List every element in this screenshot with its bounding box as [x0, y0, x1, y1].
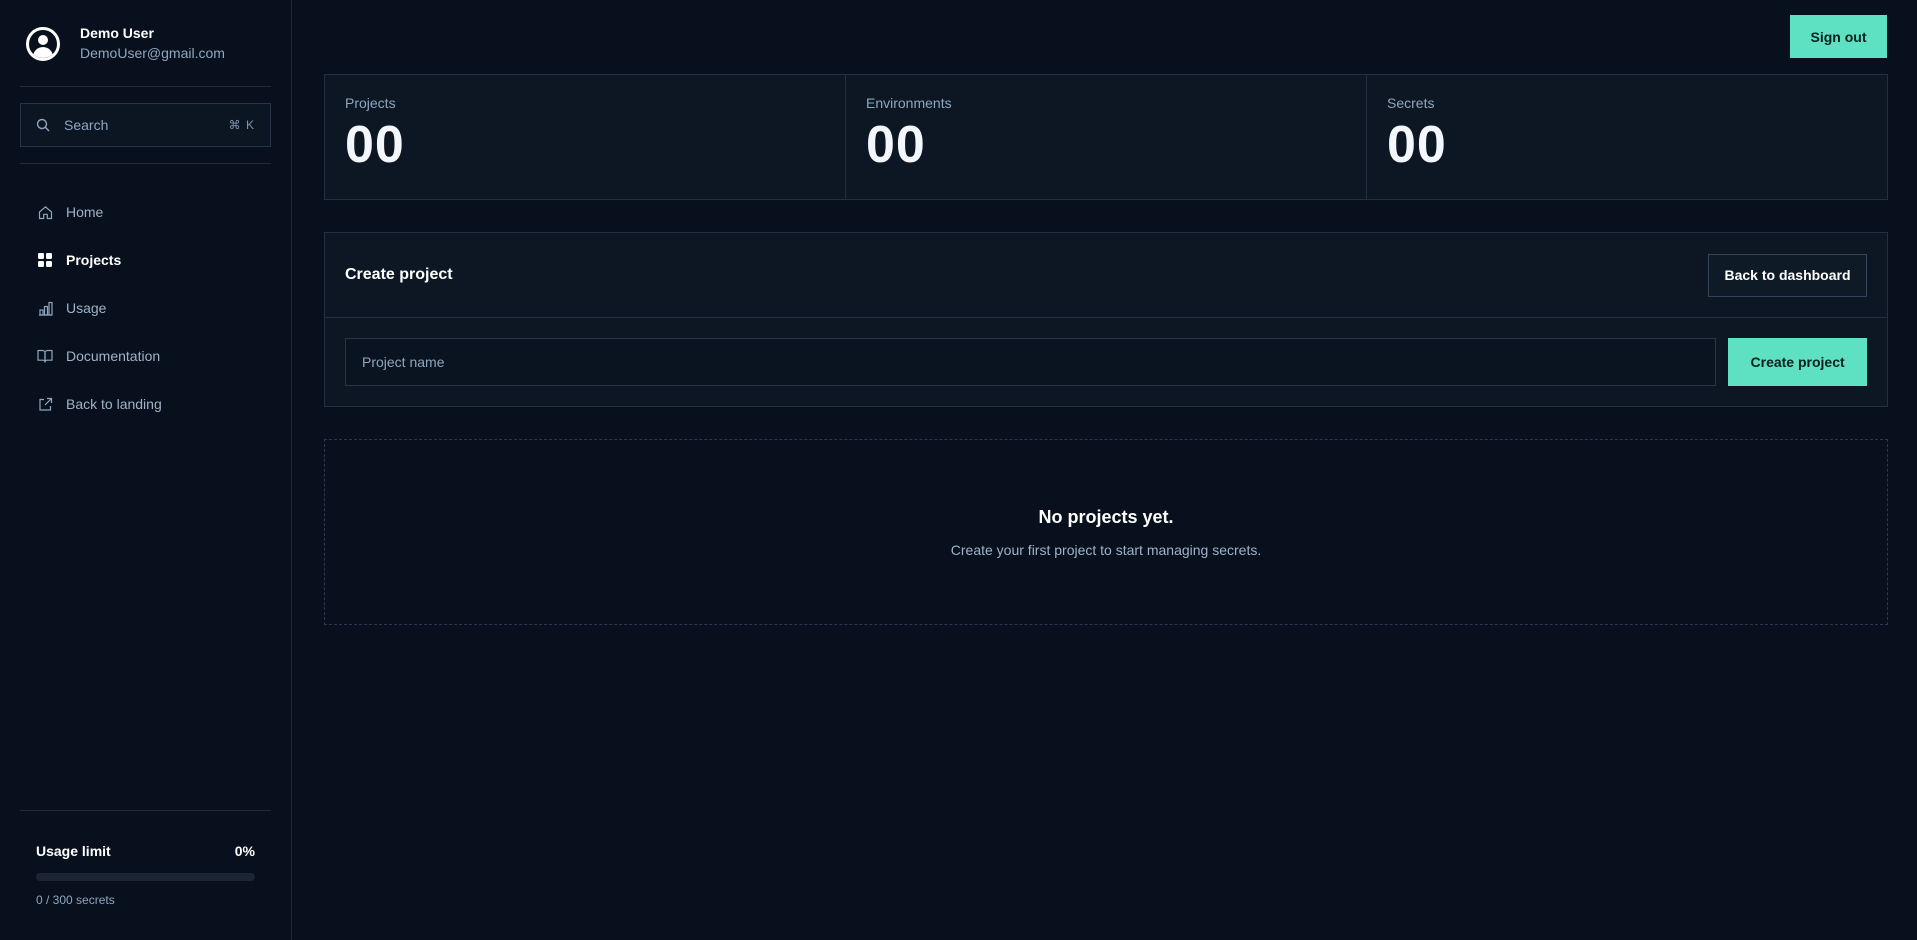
usage-limit-panel: Usage limit 0% 0 / 300 secrets [36, 843, 255, 907]
create-project-card: Create project Back to dashboard Create … [324, 232, 1888, 407]
sidebar-item-label: Home [66, 204, 104, 220]
create-project-title: Create project [345, 266, 453, 283]
usage-limit-percent: 0% [234, 843, 255, 859]
user-email: DemoUser@gmail.com [80, 45, 225, 61]
stat-environments: Environments 00 [846, 75, 1367, 199]
sidebar-divider-bottom [20, 810, 271, 811]
external-link-icon [36, 395, 54, 413]
sidebar-nav: Home Projects Usage Documentation Back t… [36, 188, 162, 428]
sidebar-item-label: Usage [66, 300, 107, 316]
project-name-input[interactable] [345, 338, 1717, 386]
sidebar-item-label: Back to landing [66, 396, 162, 412]
usage-limit-title: Usage limit [36, 843, 111, 859]
user-avatar-icon [26, 26, 60, 61]
empty-state-title: No projects yet. [1038, 507, 1174, 527]
back-to-dashboard-button[interactable]: Back to dashboard [1708, 253, 1867, 297]
stat-label: Environments [866, 95, 952, 111]
stat-label: Projects [345, 95, 396, 111]
stat-label: Secrets [1387, 95, 1435, 111]
search-icon [36, 118, 50, 132]
sidebar-item-back-to-landing[interactable]: Back to landing [36, 380, 162, 428]
create-project-header: Create project Back to dashboard [325, 233, 1887, 318]
sidebar-divider-search [20, 163, 271, 164]
sidebar: Demo User DemoUser@gmail.com Search ⌘ K … [0, 0, 292, 940]
sidebar-item-home[interactable]: Home [36, 188, 162, 236]
home-icon [36, 203, 54, 221]
search-button[interactable]: Search ⌘ K [20, 103, 271, 147]
sidebar-item-label: Projects [66, 252, 122, 268]
user-name: Demo User [80, 25, 154, 41]
sidebar-divider-top [20, 86, 271, 87]
user-profile[interactable]: Demo User DemoUser@gmail.com [26, 24, 225, 63]
stat-value: 00 [1387, 116, 1447, 174]
usage-progress-bar [36, 873, 255, 881]
stat-value: 00 [866, 116, 926, 174]
stat-projects: Projects 00 [325, 75, 846, 199]
create-project-button[interactable]: Create project [1728, 338, 1867, 386]
usage-limit-detail: 0 / 300 secrets [36, 893, 115, 907]
empty-state: No projects yet. Create your first proje… [324, 439, 1888, 625]
sidebar-item-usage[interactable]: Usage [36, 284, 162, 332]
sign-out-button[interactable]: Sign out [1790, 15, 1887, 58]
sidebar-item-projects[interactable]: Projects [36, 236, 162, 284]
sidebar-item-label: Documentation [66, 348, 161, 364]
stat-secrets: Secrets 00 [1367, 75, 1887, 199]
user-info: Demo User DemoUser@gmail.com [80, 24, 225, 63]
stat-value: 00 [345, 116, 405, 174]
search-label: Search [64, 117, 109, 133]
book-icon [36, 347, 54, 365]
empty-state-subtitle: Create your first project to start manag… [950, 542, 1262, 558]
grid-icon [36, 251, 54, 269]
sidebar-item-documentation[interactable]: Documentation [36, 332, 162, 380]
create-project-form: Create project [325, 318, 1887, 406]
search-shortcut: ⌘ K [228, 118, 255, 132]
stats-panel: Projects 00 Environments 00 Secrets 00 [324, 74, 1888, 200]
bar-chart-icon [36, 299, 54, 317]
